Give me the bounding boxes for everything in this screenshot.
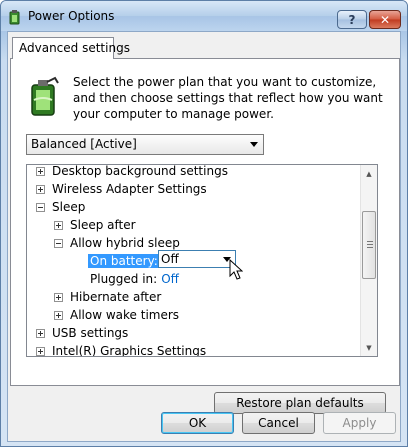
scrollbar-thumb[interactable]	[362, 211, 376, 279]
dialog-body: Advanced settings Select the power plan …	[7, 31, 401, 442]
tree-item-intel-graphics[interactable]: Intel(R) Graphics Settings	[36, 342, 206, 356]
tree-item-label: Hibernate after	[70, 290, 162, 304]
cancel-button[interactable]: Cancel	[242, 412, 315, 434]
tree-item-sleep[interactable]: Sleep	[36, 198, 85, 216]
tree-item-desktop-background[interactable]: Desktop background settings	[36, 165, 228, 180]
on-battery-dropdown[interactable]: Off	[158, 250, 236, 268]
tree-item-label: Desktop background settings	[52, 165, 228, 178]
power-options-window: Power Options ? ✕ Advanced settings Sele…	[0, 0, 408, 447]
vertical-scrollbar[interactable]: ▲ ▼	[360, 165, 377, 356]
restore-plan-defaults-button[interactable]: Restore plan defaults	[214, 392, 386, 414]
scroll-up-icon[interactable]: ▲	[361, 165, 377, 182]
mouse-cursor-icon	[229, 259, 243, 280]
tree-item-label: Sleep after	[70, 218, 136, 232]
grip-line	[367, 247, 373, 248]
tree-item-label: Wireless Adapter Settings	[52, 182, 207, 196]
apply-button[interactable]: Apply	[323, 412, 396, 434]
on-battery-value: Off	[161, 252, 179, 266]
power-plan-dropdown[interactable]: Balanced [Active]	[26, 134, 264, 155]
tree-item-label: Allow wake timers	[70, 308, 180, 322]
expand-icon[interactable]	[54, 292, 63, 302]
grip-line	[367, 241, 373, 242]
close-button[interactable]: ✕	[369, 10, 401, 29]
tree-item-on-battery[interactable]: On battery:	[88, 252, 160, 270]
tree-item-allow-wake-timers[interactable]: Allow wake timers	[54, 306, 179, 324]
scroll-down-icon[interactable]: ▼	[361, 339, 377, 356]
tree-item-label: Sleep	[52, 200, 86, 214]
battery-plug-icon	[31, 76, 59, 116]
ok-button[interactable]: OK	[161, 412, 234, 434]
advanced-settings-panel: Select the power plan that you want to c…	[10, 58, 400, 414]
intro-text: Select the power plan that you want to c…	[73, 75, 383, 121]
plugged-in-label: Plugged in:	[90, 272, 158, 286]
collapse-icon[interactable]	[54, 238, 63, 248]
plugged-in-value[interactable]: Off	[161, 272, 179, 286]
collapse-icon[interactable]	[36, 202, 45, 212]
tree-item-plugged-in[interactable]: Plugged in: Off	[90, 270, 179, 288]
settings-tree-content: Desktop background settings Wireless Ada…	[27, 165, 360, 356]
tree-item-label: Allow hybrid sleep	[70, 236, 180, 250]
tree-item-label: Intel(R) Graphics Settings	[52, 344, 207, 356]
tree-item-usb-settings[interactable]: USB settings	[36, 324, 128, 342]
tree-item-wireless-adapter[interactable]: Wireless Adapter Settings	[36, 180, 207, 198]
tab-advanced-settings[interactable]: Advanced settings	[12, 37, 130, 59]
chevron-down-icon[interactable]	[250, 142, 258, 147]
tree-item-label: USB settings	[52, 326, 129, 340]
power-plan-value: Balanced [Active]	[31, 137, 137, 151]
on-battery-label: On battery:	[88, 254, 160, 268]
expand-icon[interactable]	[54, 220, 63, 230]
settings-tree[interactable]: Desktop background settings Wireless Ada…	[26, 164, 378, 357]
title-bar[interactable]: Power Options ? ✕	[1, 1, 407, 31]
expand-icon[interactable]	[54, 310, 63, 320]
help-button[interactable]: ?	[337, 10, 367, 29]
expand-icon[interactable]	[36, 328, 45, 338]
tree-item-hibernate-after[interactable]: Hibernate after	[54, 288, 161, 306]
window-title: Power Options	[28, 9, 115, 23]
tree-item-sleep-after[interactable]: Sleep after	[54, 216, 136, 234]
grip-line	[367, 244, 373, 245]
expand-icon[interactable]	[36, 346, 45, 356]
expand-icon[interactable]	[36, 166, 45, 176]
expand-icon[interactable]	[36, 184, 45, 194]
power-options-icon	[9, 10, 20, 25]
